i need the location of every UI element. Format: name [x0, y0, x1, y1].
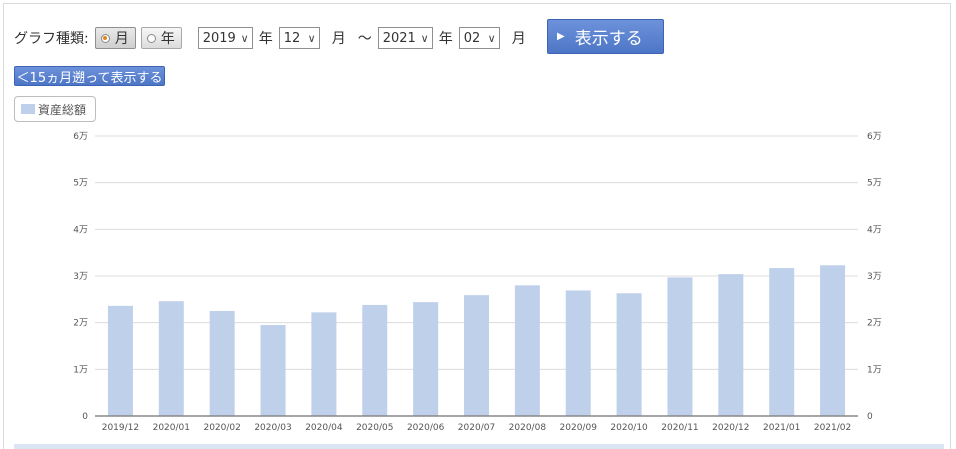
y-tick-label: 3万 [73, 272, 88, 282]
y2-tick-label: 6万 [867, 132, 882, 142]
bar [107, 305, 133, 416]
bottom-strip [14, 444, 944, 449]
bar [514, 285, 540, 416]
x-tick-label: 2020/03 [254, 423, 291, 433]
x-tick-label: 2020/02 [203, 423, 240, 433]
bar [769, 268, 795, 416]
y-tick-label: 0 [82, 412, 88, 422]
y-tick-label: 5万 [73, 179, 88, 189]
bar [158, 301, 184, 416]
bar [820, 265, 846, 416]
x-tick-label: 2021/01 [763, 423, 800, 433]
y2-tick-label: 3万 [867, 272, 882, 282]
y-tick-label: 2万 [73, 319, 88, 329]
bar [362, 304, 388, 416]
x-tick-label: 2020/07 [458, 423, 495, 433]
y2-tick-label: 0 [867, 412, 873, 422]
bar [667, 277, 693, 416]
x-tick-label: 2020/12 [712, 423, 749, 433]
bar [464, 295, 489, 416]
bar [565, 290, 591, 416]
x-tick-label: 2020/11 [661, 423, 698, 433]
x-tick-label: 2020/05 [356, 423, 393, 433]
bar [260, 325, 286, 416]
x-tick-label: 2020/08 [509, 423, 547, 433]
x-tick-label: 2020/01 [153, 423, 190, 433]
x-tick-label: 2020/04 [305, 423, 343, 433]
y-tick-label: 1万 [73, 365, 88, 375]
y2-tick-label: 5万 [867, 179, 882, 189]
x-tick-label: 2020/09 [560, 423, 598, 433]
bar [413, 302, 439, 416]
x-tick-label: 2021/02 [814, 423, 851, 433]
y-tick-label: 6万 [73, 132, 88, 142]
bar-chart: 0 0 1万 1万 2万 2万 3万 3万 4万 4万 5万 5万 6万 6万 2019/12 2020/01… [73, 132, 882, 433]
y2-tick-label: 1万 [867, 365, 882, 375]
y-tick-label: 4万 [73, 225, 88, 235]
x-tick-label: 2019/12 [102, 423, 139, 433]
x-tick-label: 2020/06 [407, 423, 445, 433]
bar [616, 293, 642, 416]
x-tick-label: 2020/10 [610, 423, 648, 433]
bar [209, 311, 235, 416]
y2-tick-label: 4万 [867, 225, 882, 235]
bar [311, 312, 337, 416]
y2-tick-label: 2万 [867, 319, 882, 329]
bar [718, 274, 744, 416]
